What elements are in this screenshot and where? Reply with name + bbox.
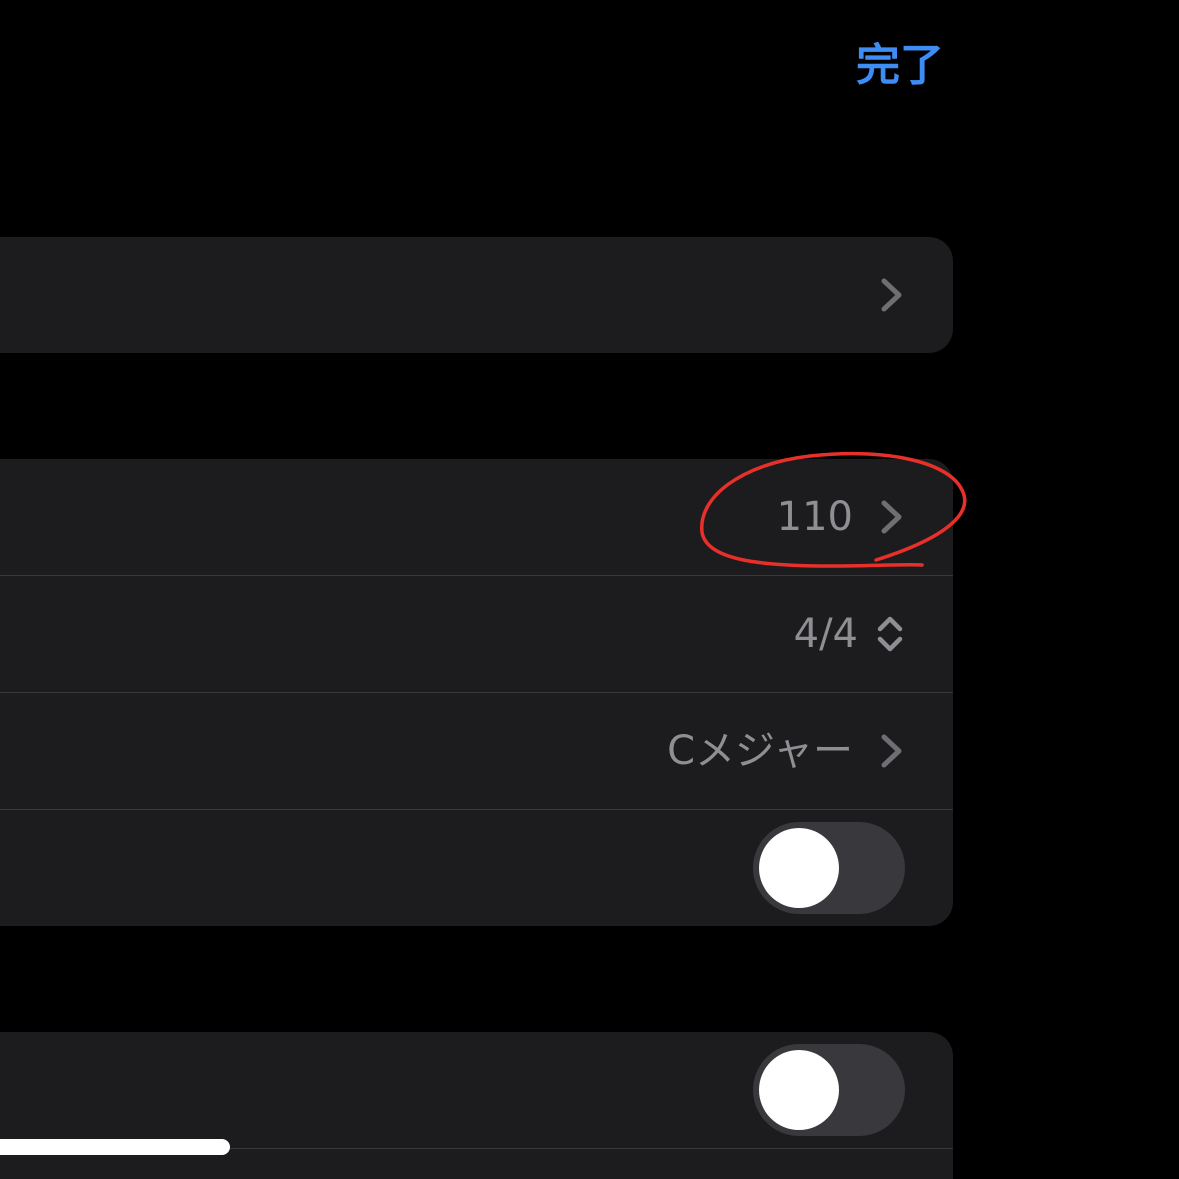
chevron-right-icon <box>881 278 902 312</box>
settings-row-1[interactable] <box>0 237 953 354</box>
settings-screen: 完了 110 4/4 Cメジャー <box>0 0 1179 1179</box>
chevron-right-icon <box>881 734 902 768</box>
key-value: Cメジャー <box>667 728 853 774</box>
toggle-row-2 <box>0 1032 953 1149</box>
toggle-knob <box>759 828 839 908</box>
settings-group-3 <box>0 1032 953 1179</box>
settings-group-2: 110 4/4 Cメジャー <box>0 459 953 926</box>
settings-group-1 <box>0 237 953 353</box>
chevron-right-icon <box>881 500 902 534</box>
done-button[interactable]: 完了 <box>856 36 956 96</box>
toggle-row-1 <box>0 810 953 927</box>
toggle-switch-2[interactable] <box>753 1044 905 1136</box>
tempo-value: 110 <box>776 494 853 540</box>
chevron-up-down-icon <box>877 616 903 652</box>
toggle-switch-1[interactable] <box>753 822 905 914</box>
time-signature-row[interactable]: 4/4 <box>0 576 953 693</box>
key-row[interactable]: Cメジャー <box>0 693 953 810</box>
toggle-knob <box>759 1050 839 1130</box>
time-signature-value: 4/4 <box>793 611 858 657</box>
tempo-row[interactable]: 110 <box>0 459 953 576</box>
home-indicator <box>0 1139 230 1155</box>
